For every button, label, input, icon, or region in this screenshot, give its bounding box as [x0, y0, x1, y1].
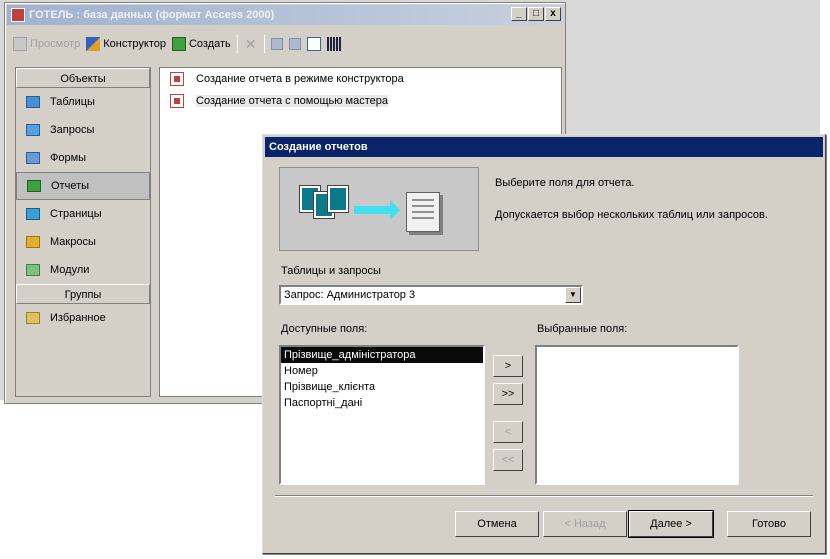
minimize-button[interactable]: _: [511, 7, 527, 21]
create-button[interactable]: Создать: [171, 37, 231, 51]
close-button[interactable]: x: [545, 7, 561, 21]
object-modules[interactable]: Модули: [16, 256, 150, 284]
dialog-title[interactable]: Создание отчетов: [265, 137, 823, 157]
selected-fields-label: Выбранные поля:: [537, 323, 628, 335]
field-item[interactable]: Прізвище_адміністратора: [281, 347, 483, 363]
object-label: Макросы: [50, 236, 96, 248]
design-button[interactable]: Конструктор: [86, 37, 166, 51]
access-app-icon: [11, 8, 25, 22]
available-fields-list[interactable]: Прізвище_адміністратора Номер Прізвище_к…: [279, 345, 485, 485]
tables-queries-label: Таблицы и запросы: [281, 265, 381, 277]
tables-graphic-icon: [299, 185, 349, 230]
window-controls: _ □ x: [511, 7, 561, 21]
report-shortcut-icon: [170, 72, 184, 86]
object-macros[interactable]: Макросы: [16, 228, 150, 256]
group-label: Избранное: [50, 312, 106, 324]
next-button[interactable]: Далее >: [628, 510, 714, 538]
modules-icon: [26, 264, 40, 276]
create-label: Создать: [188, 38, 231, 50]
forms-icon: [26, 152, 40, 164]
selected-fields-list[interactable]: [535, 345, 739, 485]
remove-all-fields-button[interactable]: <<: [493, 449, 523, 471]
delete-icon[interactable]: ✕: [244, 37, 258, 51]
add-field-button[interactable]: >: [493, 355, 523, 377]
finish-button[interactable]: Готово: [727, 511, 811, 537]
toolbar-separator: [236, 35, 238, 53]
desktop: ГОТЕЛЬ : база данных (формат Access 2000…: [0, 0, 830, 559]
cancel-button[interactable]: Отмена: [455, 511, 539, 537]
wizard-illustration: [279, 167, 479, 251]
field-item[interactable]: Номер: [281, 363, 483, 379]
instruction-text-2: Допускается выбор нескольких таблиц или …: [495, 209, 768, 221]
object-reports[interactable]: Отчеты: [16, 172, 150, 200]
queries-icon: [26, 124, 40, 136]
reports-icon: [27, 180, 41, 192]
list-item[interactable]: Создание отчета с помощью мастера: [160, 90, 561, 112]
preview-button[interactable]: Просмотр: [13, 37, 80, 51]
list-item-label: Создание отчета в режиме конструктора: [196, 73, 404, 85]
object-queries[interactable]: Запросы: [16, 116, 150, 144]
objects-bar: Объекты Таблицы Запросы Формы Отчеты Стр…: [15, 67, 151, 397]
list-item[interactable]: Создание отчета в режиме конструктора: [160, 68, 561, 90]
instruction-text: Выберите поля для отчета.: [495, 177, 635, 189]
table-graphic: [327, 185, 349, 213]
object-label: Модули: [50, 264, 90, 276]
back-button[interactable]: < Назад: [543, 511, 627, 537]
object-label: Отчеты: [51, 180, 90, 192]
report-graphic-icon: [406, 192, 440, 232]
preview-icon: [13, 37, 27, 51]
field-item[interactable]: Паспортні_дані: [281, 395, 483, 411]
toolbar-separator: [263, 35, 265, 53]
object-label: Формы: [50, 152, 87, 164]
field-item[interactable]: Прізвище_клієнта: [281, 379, 483, 395]
design-label: Конструктор: [103, 38, 166, 50]
object-label: Таблицы: [50, 96, 95, 108]
object-label: Запросы: [50, 124, 95, 136]
maximize-button[interactable]: □: [528, 7, 544, 21]
report-wizard-icon: [170, 94, 184, 108]
create-icon: [171, 37, 186, 51]
available-fields-label: Доступные поля:: [281, 323, 368, 335]
tables-queries-value: Запрос: Администратор 3: [284, 289, 416, 301]
group-favorites[interactable]: Избранное: [16, 304, 150, 332]
list-item-label: Создание отчета с помощью мастера: [196, 95, 389, 107]
objects-header[interactable]: Объекты: [16, 68, 150, 88]
tables-queries-select[interactable]: Запрос: Администратор 3 ▼: [279, 285, 583, 305]
background-white: [0, 400, 265, 559]
database-toolbar: Просмотр Конструктор Создать ✕: [7, 29, 563, 59]
small-icons-icon[interactable]: [288, 38, 301, 50]
object-pages[interactable]: Страницы: [16, 200, 150, 228]
preview-label: Просмотр: [30, 38, 81, 50]
object-label: Страницы: [50, 208, 102, 220]
groups-header[interactable]: Группы: [16, 284, 150, 304]
design-icon: [86, 37, 101, 51]
database-window-title: ГОТЕЛЬ : база данных (формат Access 2000…: [29, 9, 275, 21]
chevron-down-icon[interactable]: ▼: [565, 287, 581, 303]
object-tables[interactable]: Таблицы: [16, 88, 150, 116]
object-forms[interactable]: Формы: [16, 144, 150, 172]
large-icons-icon[interactable]: [270, 38, 283, 50]
report-wizard-dialog: Создание отчетов Выберите поля для отчет…: [262, 134, 826, 554]
details-view-icon[interactable]: [326, 37, 341, 51]
remove-field-button[interactable]: <: [493, 421, 523, 443]
add-all-fields-button[interactable]: >>: [493, 383, 523, 405]
arrow-right-icon: [354, 200, 400, 220]
macros-icon: [26, 236, 40, 248]
database-window-title-bar[interactable]: ГОТЕЛЬ : база данных (формат Access 2000…: [7, 5, 563, 25]
dialog-separator: [275, 495, 813, 497]
list-view-icon[interactable]: [306, 37, 321, 51]
favorites-folder-icon: [26, 312, 40, 324]
pages-icon: [26, 208, 40, 220]
tables-icon: [26, 96, 40, 108]
